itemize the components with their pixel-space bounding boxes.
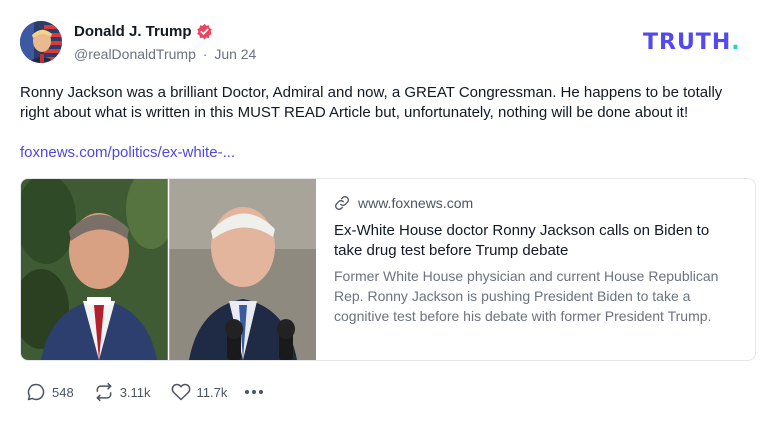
card-image[interactable] — [21, 179, 316, 360]
author-meta: @realDonaldTrump · Jun 24 — [74, 46, 256, 62]
heart-icon — [171, 383, 190, 401]
retruth-count: 3.11k — [119, 384, 151, 400]
more-options-icon[interactable] — [245, 390, 264, 394]
card-body: www.foxnews.com Ex-White House doctor Ro… — [334, 193, 739, 326]
author-name-row[interactable]: Donald J. Trump — [74, 23, 213, 40]
like-count: 11.7k — [196, 384, 228, 400]
author-handle[interactable]: @realDonaldTrump — [74, 46, 196, 62]
reply-count: 548 — [52, 384, 74, 400]
post-date[interactable]: Jun 24 — [214, 46, 256, 62]
logo-text: TRUTH — [643, 30, 732, 55]
card-title[interactable]: Ex-White House doctor Ronny Jackson call… — [334, 221, 739, 261]
more-dot — [259, 390, 264, 394]
post-link[interactable]: foxnews.com/politics/ex-white-... — [20, 143, 235, 163]
truth-logo[interactable]: TRUTH. — [643, 30, 741, 55]
reply-icon — [27, 383, 45, 401]
post: Donald J. Trump @realDonaldTrump · Jun 2… — [0, 0, 777, 423]
more-dot — [245, 390, 250, 394]
retruth-icon — [96, 382, 112, 402]
retruth-button[interactable]: 3.11k — [94, 382, 151, 402]
avatar[interactable] — [20, 21, 62, 63]
logo-dot: . — [731, 30, 741, 55]
card-domain: www.foxnews.com — [358, 195, 474, 211]
card-description: Former White House physician and current… — [334, 268, 719, 324]
post-actions: 548 3.11k 11.7k — [26, 382, 264, 402]
like-button[interactable]: 11.7k — [171, 382, 228, 402]
post-text: Ronny Jackson was a brilliant Doctor, Ad… — [20, 84, 723, 121]
link-icon — [335, 196, 349, 210]
meta-separator: · — [202, 46, 208, 62]
author-name[interactable]: Donald J. Trump — [74, 23, 192, 40]
card-domain-row: www.foxnews.com — [334, 193, 739, 213]
reply-button[interactable]: 548 — [26, 382, 74, 402]
verified-badge-icon — [196, 23, 212, 40]
link-preview-card[interactable]: www.foxnews.com Ex-White House doctor Ro… — [20, 178, 756, 361]
more-dot — [252, 390, 257, 394]
